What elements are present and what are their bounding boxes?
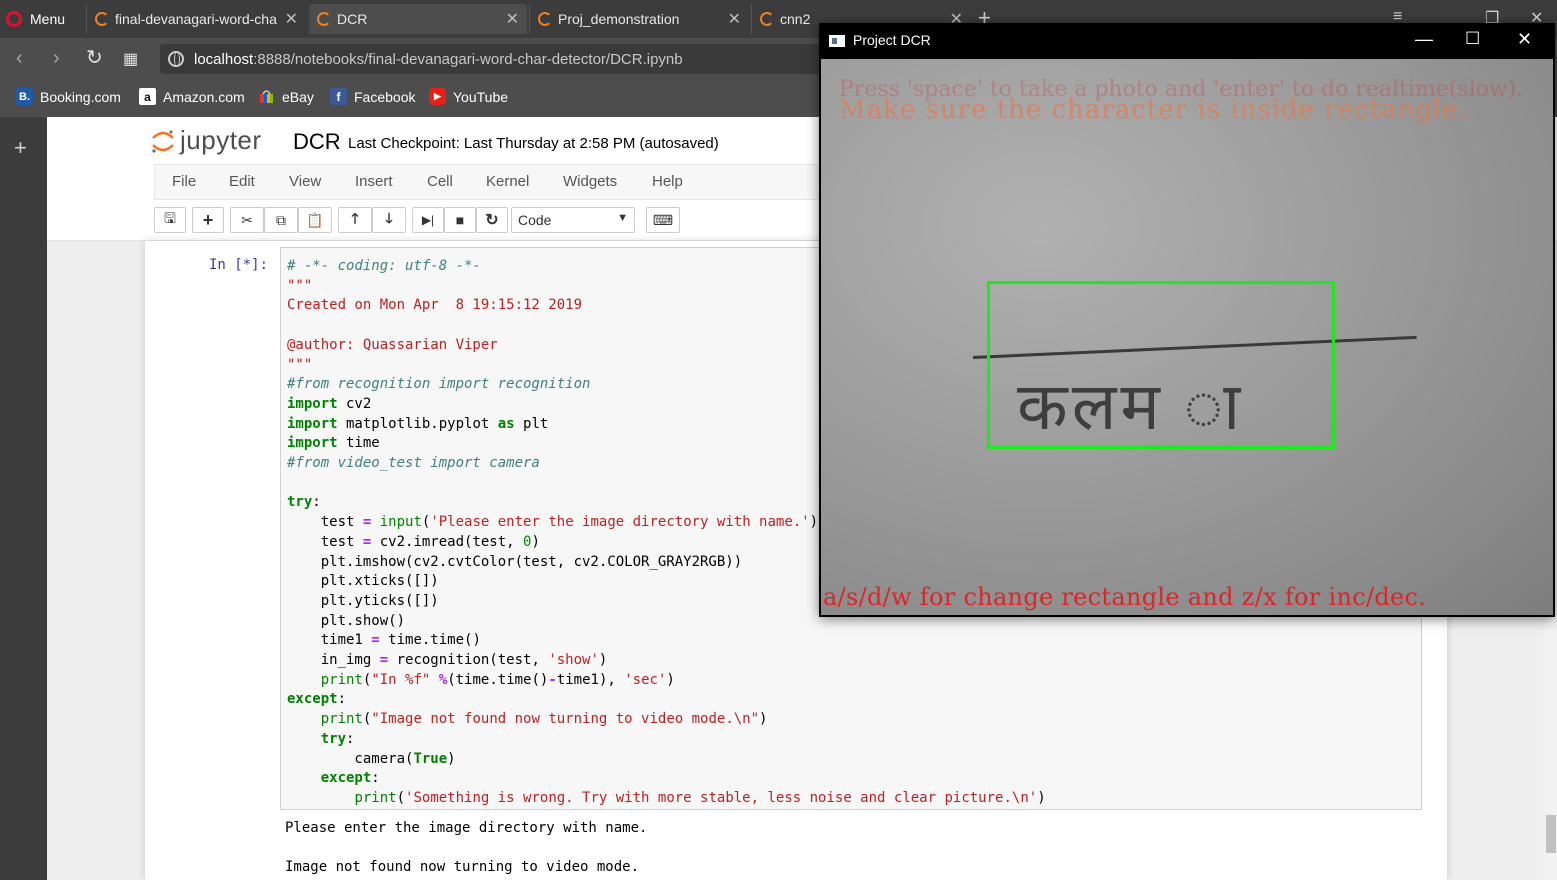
jupyter-favicon-icon: [317, 12, 331, 26]
tab-proj-demonstration[interactable]: Proj_demonstration ✕: [529, 4, 749, 34]
menu-help[interactable]: Help: [652, 173, 683, 190]
menu-label: Menu: [30, 11, 66, 27]
forward-arrow-icon[interactable]: ›: [53, 48, 60, 68]
bookmark-facebook[interactable]: f Facebook: [330, 88, 415, 105]
tab-title: final-devanagari-word-cha: [115, 11, 277, 27]
cv-window-titlebar[interactable]: Project DCR — ☐ ✕: [819, 23, 1555, 59]
cell-output: Please enter the image directory with na…: [285, 819, 647, 878]
menu-edit[interactable]: Edit: [229, 173, 255, 190]
tab-final-devanagari[interactable]: final-devanagari-word-cha ✕: [86, 4, 306, 34]
bookmark-label: Facebook: [354, 88, 416, 105]
minimize-icon[interactable]: —: [1415, 29, 1433, 50]
insert-cell-button[interactable]: +: [192, 207, 224, 233]
restart-button[interactable]: ↻: [476, 207, 508, 233]
keyboard-icon: ⌨: [652, 211, 674, 228]
menu-file[interactable]: File: [172, 173, 196, 190]
amazon-icon: a: [139, 88, 156, 105]
opera-logo-icon: [6, 11, 22, 27]
globe-icon: [168, 51, 184, 67]
speed-dial-grid-icon[interactable]: ▦: [123, 50, 138, 70]
youtube-icon: ▶: [429, 88, 446, 105]
url-field[interactable]: localhost:8888/notebooks/final-devanagar…: [160, 44, 840, 74]
move-up-button[interactable]: 🡑: [338, 207, 372, 233]
jupyter-logo-icon: [150, 128, 176, 154]
tab-title: Proj_demonstration: [558, 11, 680, 27]
stop-icon: ■: [455, 212, 465, 228]
bookmark-label: YouTube: [453, 88, 509, 105]
browser-sidebar: +: [0, 117, 47, 880]
maximize-icon[interactable]: ☐: [1465, 29, 1480, 49]
notebook-name[interactable]: DCR: [293, 129, 341, 155]
notebook-menubar: File Edit View Insert Cell Kernel Widget…: [154, 164, 836, 200]
booking-icon: B.: [16, 88, 33, 105]
facebook-icon: f: [330, 88, 347, 105]
close-icon[interactable]: ✕: [1517, 29, 1532, 50]
arrow-down-icon: 🡓: [385, 210, 393, 226]
menu-view[interactable]: View: [289, 173, 321, 190]
cell-type-value: Code: [518, 212, 552, 228]
window-app-icon: [829, 35, 845, 47]
tab-dcr[interactable]: DCR ✕: [309, 4, 527, 34]
cv-instruction-line-3: a/s/d/w for change rectangle and z/x for…: [823, 583, 1427, 611]
output-line: Image not found now turning to video mod…: [285, 859, 640, 876]
restart-icon: ↻: [485, 212, 499, 229]
paste-button[interactable]: 📋: [298, 207, 332, 233]
cv-window-title: Project DCR: [853, 32, 931, 48]
project-dcr-window: Project DCR — ☐ ✕ कलमा Press 'space' to …: [819, 23, 1555, 617]
cell-prompt: In [*]:: [209, 257, 269, 273]
close-icon[interactable]: ✕: [285, 9, 298, 29]
menu-kernel[interactable]: Kernel: [486, 173, 529, 190]
output-line: Please enter the image directory with na…: [285, 820, 648, 836]
command-palette-button[interactable]: ⌨: [646, 207, 680, 233]
reload-icon[interactable]: ↻: [86, 48, 103, 68]
menu-insert[interactable]: Insert: [355, 173, 393, 190]
loading-icon: [538, 12, 552, 26]
paste-icon: 📋: [306, 211, 324, 228]
close-icon[interactable]: ✕: [728, 9, 741, 29]
chevron-down-icon: ▼: [617, 212, 628, 224]
menu-widgets[interactable]: Widgets: [563, 173, 617, 190]
bookmark-amazon[interactable]: a Amazon.com: [139, 88, 245, 105]
jupyter-logo-text: jupyter: [180, 125, 262, 155]
capture-rectangle: [987, 281, 1335, 449]
bookmark-label: Amazon.com: [163, 88, 245, 105]
bookmark-label: eBay: [282, 88, 314, 105]
close-icon[interactable]: ✕: [506, 9, 519, 29]
run-button[interactable]: ▶|: [412, 207, 444, 233]
scissors-icon: ✂: [241, 211, 253, 228]
bookmark-label: Booking.com: [40, 88, 121, 105]
cv-instruction-line-2: Make sure the character is inside rectan…: [839, 95, 1468, 125]
url-host: localhost: [194, 50, 254, 68]
add-sidebar-plus-icon[interactable]: +: [14, 135, 27, 161]
ebay-bag-icon: [258, 88, 275, 105]
cell-type-select[interactable]: Code ▼: [511, 207, 635, 233]
opera-menu-button[interactable]: Menu: [6, 5, 65, 33]
checkpoint-status: Last Checkpoint: Last Thursday at 2:58 P…: [348, 135, 719, 152]
arrow-up-icon: 🡑: [351, 210, 359, 226]
save-icon: 🖫: [164, 210, 176, 226]
save-button[interactable]: 🖫: [154, 207, 186, 233]
loading-icon: [760, 12, 774, 26]
camera-frame: कलमा Press 'space' to take a photo and '…: [821, 59, 1553, 615]
url-path: :8888/notebooks/final-devanagari-word-ch…: [253, 50, 683, 68]
step-forward-icon: ▶|: [421, 213, 435, 227]
copy-button[interactable]: ⧉: [264, 207, 298, 233]
menu-cell[interactable]: Cell: [427, 173, 453, 190]
back-arrow-icon[interactable]: ‹: [16, 48, 23, 68]
interrupt-button[interactable]: ■: [444, 207, 476, 233]
scrollbar-thumb[interactable]: [1546, 815, 1556, 853]
plus-icon: +: [202, 209, 214, 230]
tab-title: DCR: [337, 11, 368, 27]
loading-icon: [95, 12, 109, 26]
cut-button[interactable]: ✂: [230, 207, 264, 233]
bookmark-booking[interactable]: B. Booking.com: [16, 88, 121, 105]
jupyter-logo[interactable]: jupyter: [150, 125, 262, 156]
move-down-button[interactable]: 🡓: [372, 207, 406, 233]
bookmark-youtube[interactable]: ▶ YouTube: [429, 88, 508, 105]
bookmark-ebay[interactable]: eBay: [258, 88, 314, 105]
copy-icon: ⧉: [276, 211, 286, 228]
